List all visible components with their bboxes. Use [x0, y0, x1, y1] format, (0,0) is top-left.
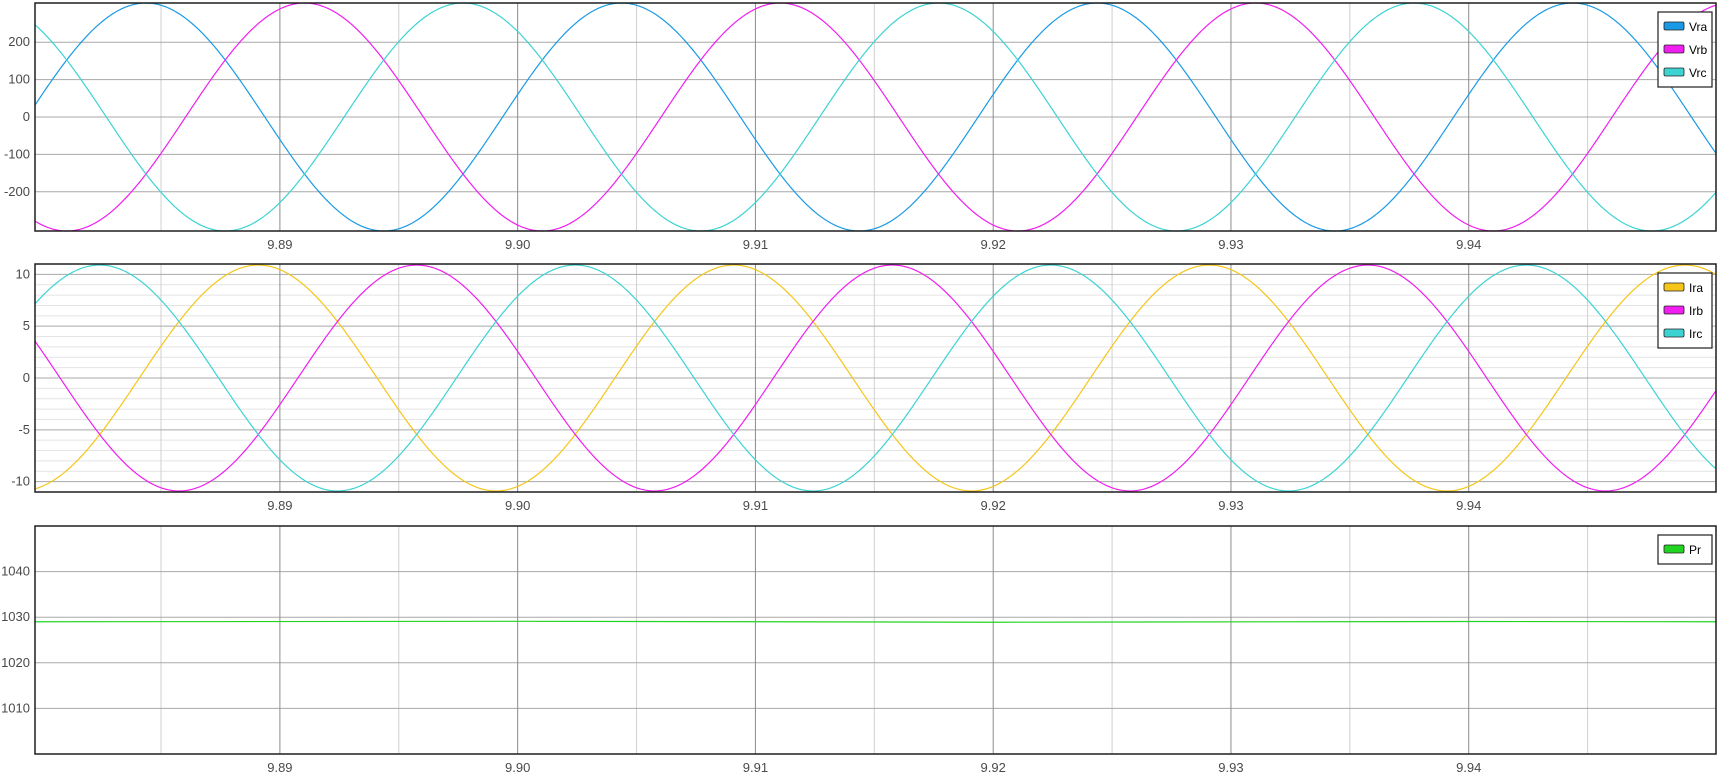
x-tick-label: 9.92 [981, 498, 1006, 513]
chart-panel-3: 1040 1030 1020 1010 9.89 9.90 9.91 9.92 9.93 9.94… [1, 525, 1717, 772]
legend-swatch [1663, 305, 1685, 315]
legend-label: Pr [1689, 543, 1701, 557]
legend-swatch [1663, 21, 1685, 31]
chart-panel-1: 200 100 0 -100 -200 9.89 9.90 9.91 9.92 9.93 9.94 V… [4, 2, 1717, 252]
y-tick-label: 0 [23, 109, 30, 124]
legend-swatch [1663, 328, 1685, 338]
y-tick-label: 1030 [1, 609, 30, 624]
chart-panel-2: 1050-5-109.89 9.90 9.91 9.92 9.93 9.94IraIrbI… [11, 263, 1717, 513]
x-tick-label: 9.94 [1456, 498, 1481, 513]
x-tick-label: 9.92 [981, 760, 1006, 772]
x-tick-label: 9.91 [743, 498, 768, 513]
x-tick-label: 9.93 [1218, 760, 1243, 772]
y-tick-label: 1010 [1, 700, 30, 715]
x-tick-label: 9.90 [505, 498, 530, 513]
y-tick-label: 100 [8, 72, 30, 87]
x-tick-label: 9.93 [1218, 237, 1243, 252]
x-tick-label: 9.94 [1456, 760, 1481, 772]
y-tick-label: 10 [16, 266, 30, 281]
figure: 2001000-100-2009.89 9.90 9.91 9.92 9.93 9.94V… [1, 2, 1717, 772]
x-tick-label: 9.89 [267, 498, 292, 513]
legend-label: Vra [1689, 20, 1708, 34]
legend-label: Irb [1689, 304, 1703, 318]
x-tick-label: 9.93 [1218, 498, 1243, 513]
legend: Vra Vrb Vrc [1657, 11, 1713, 88]
y-tick-label: -200 [4, 184, 30, 199]
legend-swatch [1663, 44, 1685, 54]
x-tick-label: 9.90 [505, 237, 530, 252]
y-tick-label: 200 [8, 34, 30, 49]
plot-background [35, 526, 1716, 754]
legend-label: Vrc [1689, 66, 1707, 80]
y-tick-label: -5 [18, 422, 30, 437]
legend-swatch [1663, 67, 1685, 77]
x-tick-label: 9.94 [1456, 237, 1481, 252]
x-tick-label: 9.89 [267, 760, 292, 772]
y-tick-label: 5 [23, 318, 30, 333]
legend-swatch [1663, 544, 1685, 554]
y-tick-label: 0 [23, 370, 30, 385]
y-tick-label: -100 [4, 146, 30, 161]
legend-label: Ira [1689, 281, 1703, 295]
legend-label: Vrb [1689, 43, 1708, 57]
y-tick-label: 1020 [1, 655, 30, 670]
x-tick-label: 9.92 [981, 237, 1006, 252]
y-tick-label: -10 [11, 474, 30, 489]
y-tick-label: 1040 [1, 564, 30, 579]
x-tick-label: 9.89 [267, 237, 292, 252]
legend-swatch [1663, 282, 1685, 292]
x-tick-label: 9.90 [505, 760, 530, 772]
series-line-pr [34, 620, 1717, 623]
legend: Ira Irb Irc [1657, 272, 1713, 349]
legend: Pr [1657, 534, 1713, 565]
x-tick-label: 9.91 [743, 237, 768, 252]
x-tick-label: 9.91 [743, 760, 768, 772]
legend-label: Irc [1689, 327, 1702, 341]
